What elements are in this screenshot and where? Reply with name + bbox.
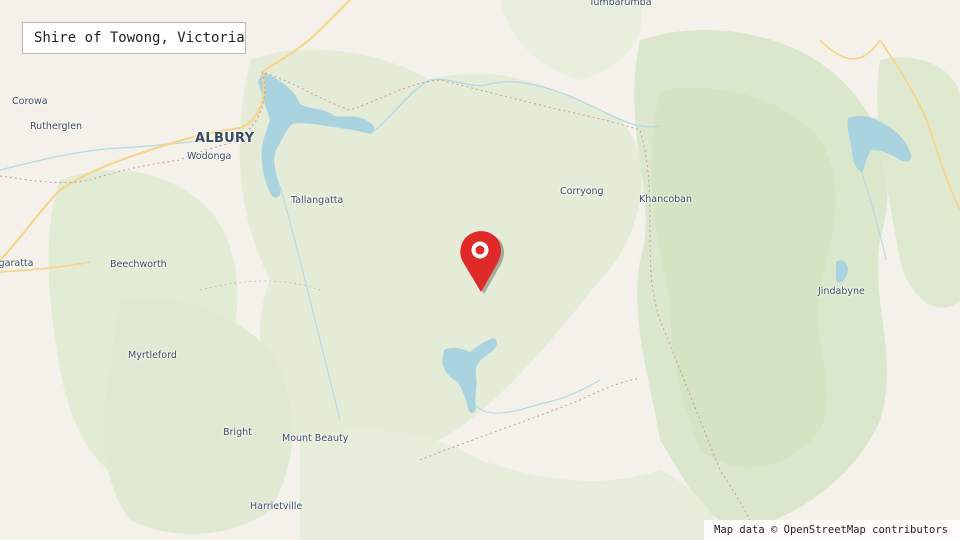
place-label-bright: Bright bbox=[223, 427, 252, 438]
place-label-tallangatta: Tallangatta bbox=[291, 195, 344, 206]
map-attribution[interactable]: Map data © OpenStreetMap contributors bbox=[704, 520, 960, 540]
place-label-mount-beauty: Mount Beauty bbox=[282, 433, 349, 444]
place-label-albury: ALBURY bbox=[195, 131, 255, 146]
place-label-wodonga: Wodonga bbox=[187, 151, 232, 162]
marker-center bbox=[475, 245, 485, 255]
place-label-corryong: Corryong bbox=[560, 186, 604, 197]
place-label-khancoban: Khancoban bbox=[639, 194, 693, 205]
map-title: Shire of Towong, Victoria bbox=[22, 22, 246, 54]
marker-body bbox=[460, 231, 501, 292]
place-label-corowa: Corowa bbox=[12, 96, 48, 107]
place-label-rutherglen: Rutherglen bbox=[30, 121, 83, 132]
place-label-tumbarumba: Tumbarumba bbox=[589, 0, 652, 8]
map-pin-icon[interactable] bbox=[456, 228, 508, 296]
place-label-wangaratta: Wangaratta bbox=[0, 258, 34, 269]
place-label-harrietville: Harrietville bbox=[250, 501, 303, 512]
place-label-jindabyne: Jindabyne bbox=[818, 286, 865, 297]
place-label-myrtleford: Myrtleford bbox=[128, 350, 177, 361]
map-view[interactable]: Tumbarumba Corowa Rutherglen ALBURY Wodo… bbox=[0, 0, 960, 540]
place-label-beechworth: Beechworth bbox=[110, 259, 167, 270]
